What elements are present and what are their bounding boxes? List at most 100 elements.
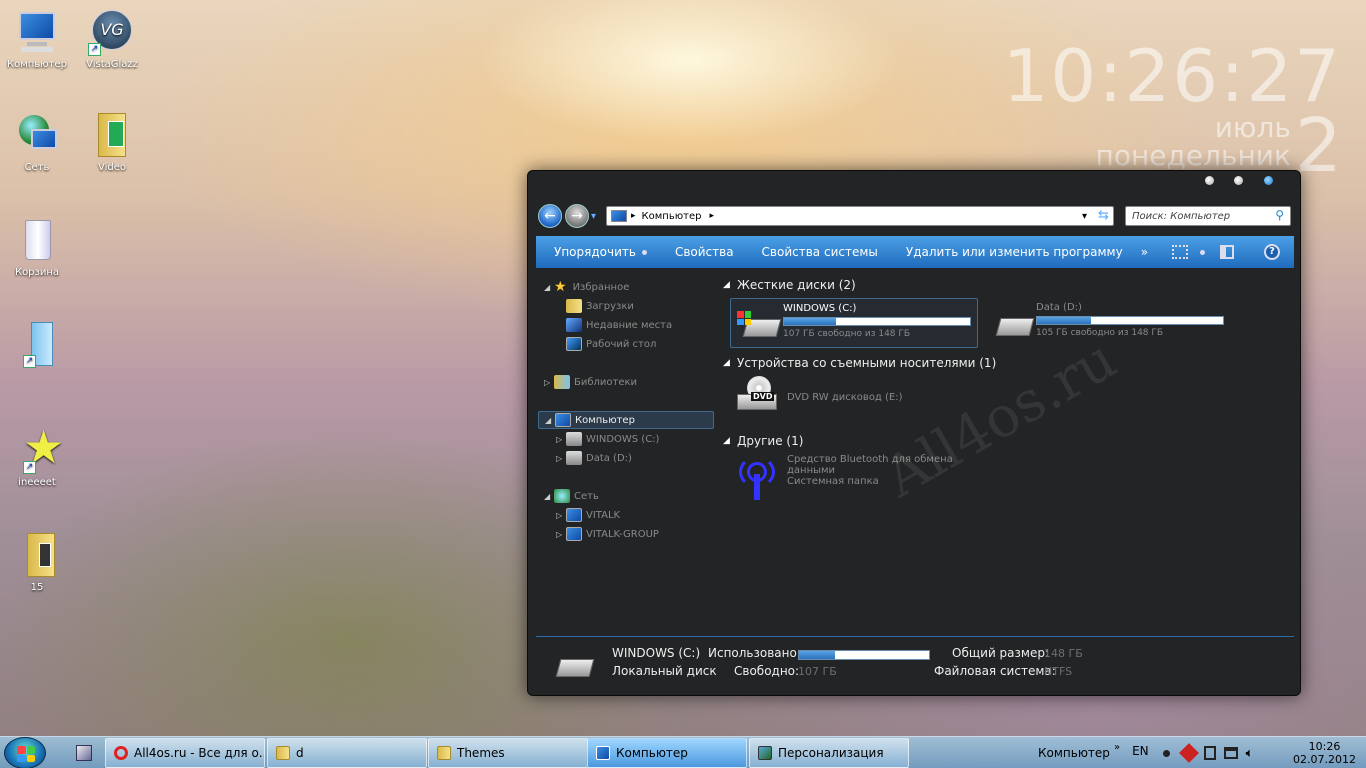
breadcrumb-computer[interactable]: Компьютер bbox=[642, 211, 702, 222]
forward-button[interactable]: → bbox=[565, 204, 589, 228]
expand-arrow-icon[interactable]: ◢ bbox=[544, 492, 554, 501]
clock-month: июль bbox=[1214, 111, 1291, 144]
close-button[interactable] bbox=[1264, 176, 1273, 185]
desktop-icon-recycle-bin[interactable]: Корзина bbox=[2, 218, 72, 278]
maximize-button[interactable] bbox=[1234, 176, 1243, 185]
tree-item-drive-c[interactable]: ▷ WINDOWS (C:) bbox=[556, 430, 659, 448]
drive-d-usage-bar bbox=[1036, 316, 1224, 325]
computer-icon bbox=[13, 10, 61, 56]
taskbar-item-d[interactable]: d bbox=[267, 738, 427, 768]
group-header-hard-drives[interactable]: ◢ Жесткие диски (2) bbox=[723, 278, 856, 292]
expand-arrow-icon[interactable]: ▷ bbox=[556, 511, 566, 520]
minimize-button[interactable] bbox=[1205, 176, 1214, 185]
files-icon: ↗ bbox=[13, 322, 61, 368]
dvd-drive-icon: DVD bbox=[733, 376, 781, 420]
collapse-arrow-icon[interactable]: ◢ bbox=[723, 358, 733, 368]
desktop-icon-15[interactable]: 15 bbox=[2, 533, 72, 593]
view-dropdown-icon[interactable] bbox=[1200, 250, 1205, 255]
organize-button[interactable]: Упорядочить bbox=[536, 245, 661, 259]
taskbar-item-personalization[interactable]: Персонализация bbox=[749, 738, 909, 768]
desktop-icon-ineeeet[interactable]: ★ ↗ ineeeet bbox=[2, 424, 72, 488]
taskbar-clock[interactable]: 10:26 02.07.2012 bbox=[1293, 740, 1356, 766]
tree-item-desktop[interactable]: Рабочий стол bbox=[566, 335, 656, 353]
hard-drive-icon bbox=[552, 653, 596, 683]
expand-arrow-icon[interactable]: ◢ bbox=[544, 283, 554, 292]
back-button[interactable]: ← bbox=[538, 204, 562, 228]
address-toolbar-label[interactable]: Компьютер bbox=[1038, 746, 1110, 760]
desktop-icon-label: 15 bbox=[30, 582, 44, 593]
properties-button[interactable]: Свойства bbox=[661, 245, 748, 259]
hard-drive-icon bbox=[988, 308, 1036, 348]
notification-area: Компьютер » EN 🔈︎ bbox=[1038, 737, 1253, 768]
desktop-icon-label: VistaGlazz bbox=[86, 59, 138, 70]
expand-arrow-icon[interactable]: ▷ bbox=[556, 454, 566, 463]
tree-item-vitalk-group[interactable]: ▷ VITALK-GROUP bbox=[556, 525, 659, 543]
help-icon[interactable]: ? bbox=[1264, 244, 1280, 260]
language-indicator[interactable]: EN bbox=[1132, 744, 1149, 758]
dvd-drive-name: DVD RW дисковод (E:) bbox=[787, 392, 903, 403]
expand-arrow-icon[interactable]: ◢ bbox=[545, 416, 555, 425]
volume-icon[interactable]: 🔈︎ bbox=[1246, 746, 1254, 761]
tree-item-computer[interactable]: ◢ Компьютер bbox=[538, 411, 714, 429]
toolbar-expand-icon[interactable]: » bbox=[1114, 742, 1120, 753]
desktop-icon-vistaglazz[interactable]: VG ↗ VistaGlazz bbox=[77, 10, 147, 70]
taskbar-item-themes[interactable]: Themes bbox=[428, 738, 588, 768]
dvd-drive-tile[interactable]: DVD DVD RW дисковод (E:) bbox=[733, 376, 903, 420]
navigation-buttons: ← → ▾ bbox=[538, 204, 596, 228]
drive-c-usage-fill bbox=[784, 318, 837, 325]
folder-icon bbox=[13, 533, 61, 579]
clock-time: 10:26:27 bbox=[1002, 34, 1342, 118]
system-properties-button[interactable]: Свойства системы bbox=[748, 245, 892, 259]
group-header-other[interactable]: ◢ Другие (1) bbox=[723, 434, 803, 448]
tree-item-drive-d[interactable]: ▷ Data (D:) bbox=[556, 449, 632, 467]
network-status-icon[interactable] bbox=[1223, 747, 1238, 759]
taskbar-item-opera[interactable]: All4os.ru - Все для о... bbox=[105, 738, 265, 768]
explorer-window: ← → ▾ ▸ Компьютер ▸ ▾ ⇆ Поиск: Компьютер… bbox=[527, 170, 1301, 696]
expand-arrow-icon[interactable]: ▷ bbox=[556, 530, 566, 539]
star-icon: ★ bbox=[554, 279, 567, 295]
antivirus-icon[interactable] bbox=[1178, 743, 1199, 763]
search-input[interactable]: Поиск: Компьютер ⚲ bbox=[1125, 206, 1291, 226]
expand-arrow-icon[interactable]: ▷ bbox=[556, 435, 566, 444]
expand-arrow-icon[interactable]: ▷ bbox=[544, 378, 554, 387]
tree-item-libraries[interactable]: ▷ Библиотеки bbox=[544, 373, 637, 391]
show-desktop-icon[interactable] bbox=[76, 745, 92, 761]
breadcrumb-chevron-icon[interactable]: ▸ bbox=[709, 211, 714, 221]
desktop-icon-video[interactable]: Video bbox=[77, 113, 147, 173]
tree-item-vitalk[interactable]: ▷ VITALK bbox=[556, 506, 620, 524]
collapse-arrow-icon[interactable]: ◢ bbox=[723, 280, 733, 290]
tree-item-favorites[interactable]: ◢ ★ Избранное bbox=[544, 278, 629, 296]
computer-icon bbox=[555, 413, 571, 427]
desktop-icon-shortcut[interactable]: ↗ bbox=[2, 322, 72, 371]
address-bar[interactable]: ▸ Компьютер ▸ ▾ bbox=[606, 206, 1114, 226]
drive-d-tile[interactable]: Data (D:) 105 ГБ свободно из 148 ГБ bbox=[984, 298, 1232, 348]
desktop-icon-network[interactable]: Сеть bbox=[2, 113, 72, 173]
collapse-arrow-icon[interactable]: ◢ bbox=[723, 436, 733, 446]
more-commands-button[interactable]: » bbox=[1137, 245, 1152, 259]
safely-remove-icon[interactable] bbox=[1203, 746, 1216, 760]
view-options-icon[interactable] bbox=[1172, 245, 1188, 259]
tray-dot-icon[interactable] bbox=[1162, 749, 1170, 757]
desktop-icon bbox=[566, 337, 582, 351]
taskbar-item-computer[interactable]: Компьютер bbox=[587, 738, 747, 768]
start-button[interactable] bbox=[4, 737, 46, 768]
uninstall-program-button[interactable]: Удалить или изменить программу bbox=[892, 245, 1137, 259]
shortcut-arrow-icon: ↗ bbox=[88, 43, 101, 56]
tree-item-recent[interactable]: Недавние места bbox=[566, 316, 672, 334]
refresh-icon[interactable]: ⇆ bbox=[1098, 208, 1109, 223]
tree-item-downloads[interactable]: Загрузки bbox=[566, 297, 634, 315]
breadcrumb-chevron-icon[interactable]: ▸ bbox=[631, 211, 636, 221]
recent-pages-button[interactable]: ▾ bbox=[591, 211, 596, 222]
folder-icon bbox=[276, 746, 290, 760]
taskbar-time: 10:26 bbox=[1308, 740, 1341, 753]
computer-icon bbox=[596, 746, 610, 760]
desktop-icon-computer[interactable]: Компьютер bbox=[2, 10, 72, 70]
tree-item-network[interactable]: ◢ Сеть bbox=[544, 487, 599, 505]
drive-d-usage-fill bbox=[1037, 317, 1091, 324]
details-drive-type: Локальный диск bbox=[612, 664, 717, 678]
address-dropdown-icon[interactable]: ▾ bbox=[1082, 211, 1087, 222]
group-header-removable[interactable]: ◢ Устройства со съемными носителями (1) bbox=[723, 356, 996, 370]
preview-pane-icon[interactable] bbox=[1220, 245, 1234, 259]
search-icon[interactable]: ⚲ bbox=[1275, 208, 1284, 222]
drive-c-tile[interactable]: WINDOWS (C:) 107 ГБ свободно из 148 ГБ bbox=[730, 298, 978, 348]
